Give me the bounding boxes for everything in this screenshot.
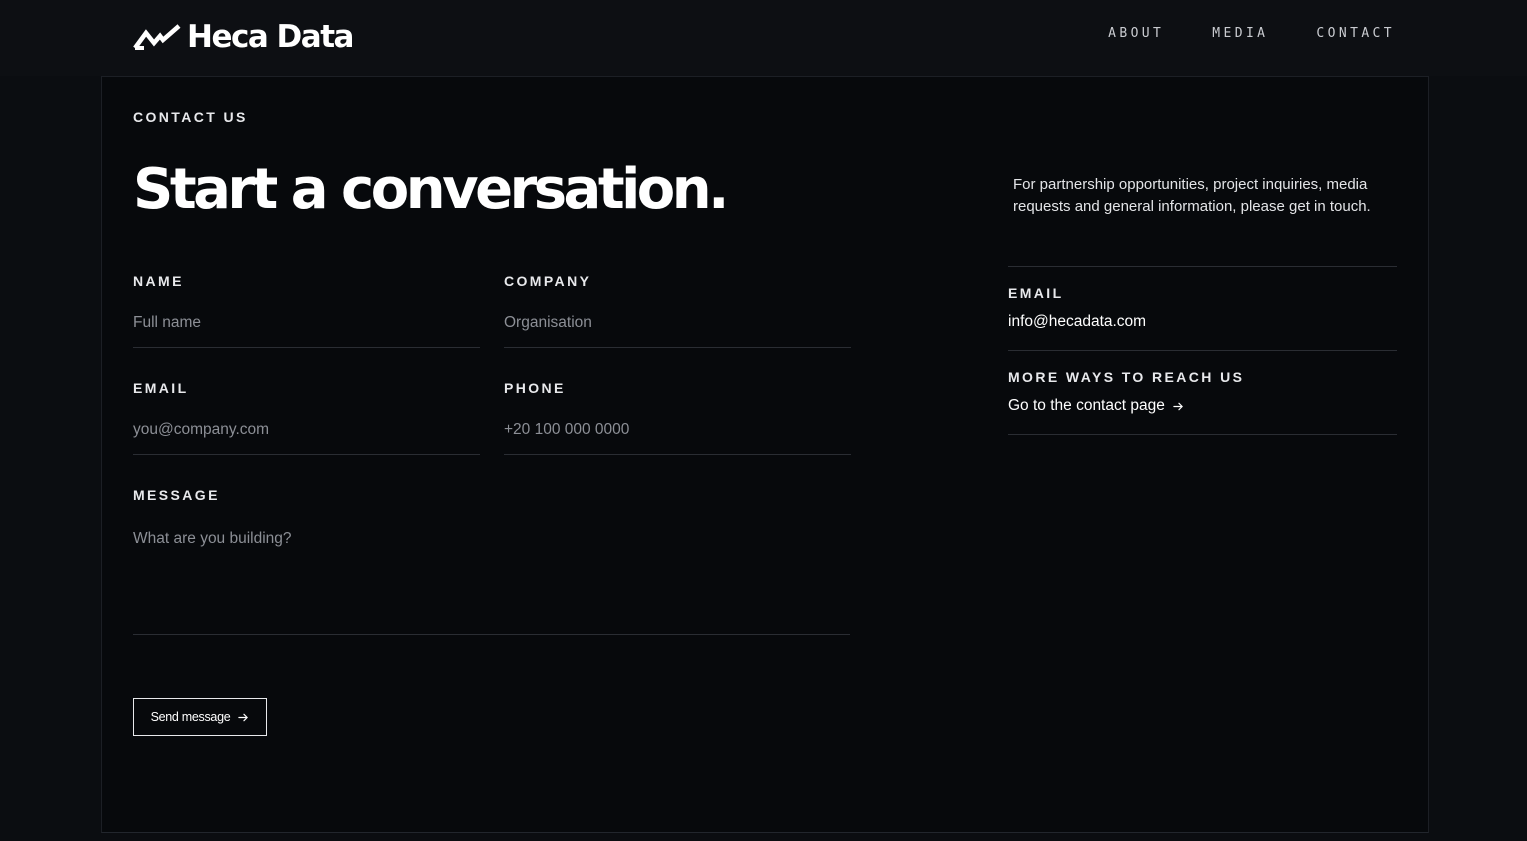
send-message-label: Send message [150,710,231,724]
company-label: COMPANY [504,273,592,289]
top-navigation-bar: Heca Data ABOUT MEDIA CONTACT [0,0,1527,76]
section-eyebrow: CONTACT US [133,109,248,125]
sidebar-divider [1008,434,1397,435]
main-nav: ABOUT MEDIA CONTACT [1108,26,1395,41]
nav-item-contact[interactable]: CONTACT [1316,26,1395,41]
company-input[interactable] [504,312,851,334]
send-message-button[interactable]: Send message [133,698,267,736]
arrow-right-icon [238,713,249,721]
email-field-group: EMAIL [133,380,480,455]
message-label: MESSAGE [133,487,220,503]
nav-item-about[interactable]: ABOUT [1108,26,1164,41]
sidebar-more-label: MORE WAYS TO REACH US [1008,369,1245,385]
email-label: EMAIL [133,380,189,396]
name-field-group: NAME [133,273,480,348]
contact-page-link-label: Go to the contact page [1008,397,1165,414]
email-input[interactable] [133,419,480,441]
brand-name: Heca Data [187,19,354,55]
sidebar-divider [1008,266,1397,267]
sidebar-divider [1008,350,1397,351]
sidebar-email-link[interactable]: info@hecadata.com [1008,313,1146,331]
contact-page-link[interactable]: Go to the contact page [1008,397,1184,415]
page-title: Start a conversation. [133,157,729,222]
nav-item-media[interactable]: MEDIA [1212,26,1268,41]
phone-input[interactable] [504,419,851,441]
sidebar-email-label: EMAIL [1008,285,1064,301]
phone-label: PHONE [504,380,566,396]
brand-logo-link[interactable]: Heca Data [133,18,354,56]
name-input[interactable] [133,312,480,334]
contact-panel: CONTACT US Start a conversation. NAME CO… [101,76,1429,833]
sidebar-intro: For partnership opportunities, project i… [1013,176,1371,215]
message-field-group: MESSAGE [133,487,850,635]
company-field-group: COMPANY [504,273,851,348]
arrow-right-icon [1173,402,1183,410]
heca-mark-icon [133,24,181,50]
phone-field-group: PHONE [504,380,851,455]
name-label: NAME [133,273,184,289]
message-textarea[interactable] [133,530,850,625]
